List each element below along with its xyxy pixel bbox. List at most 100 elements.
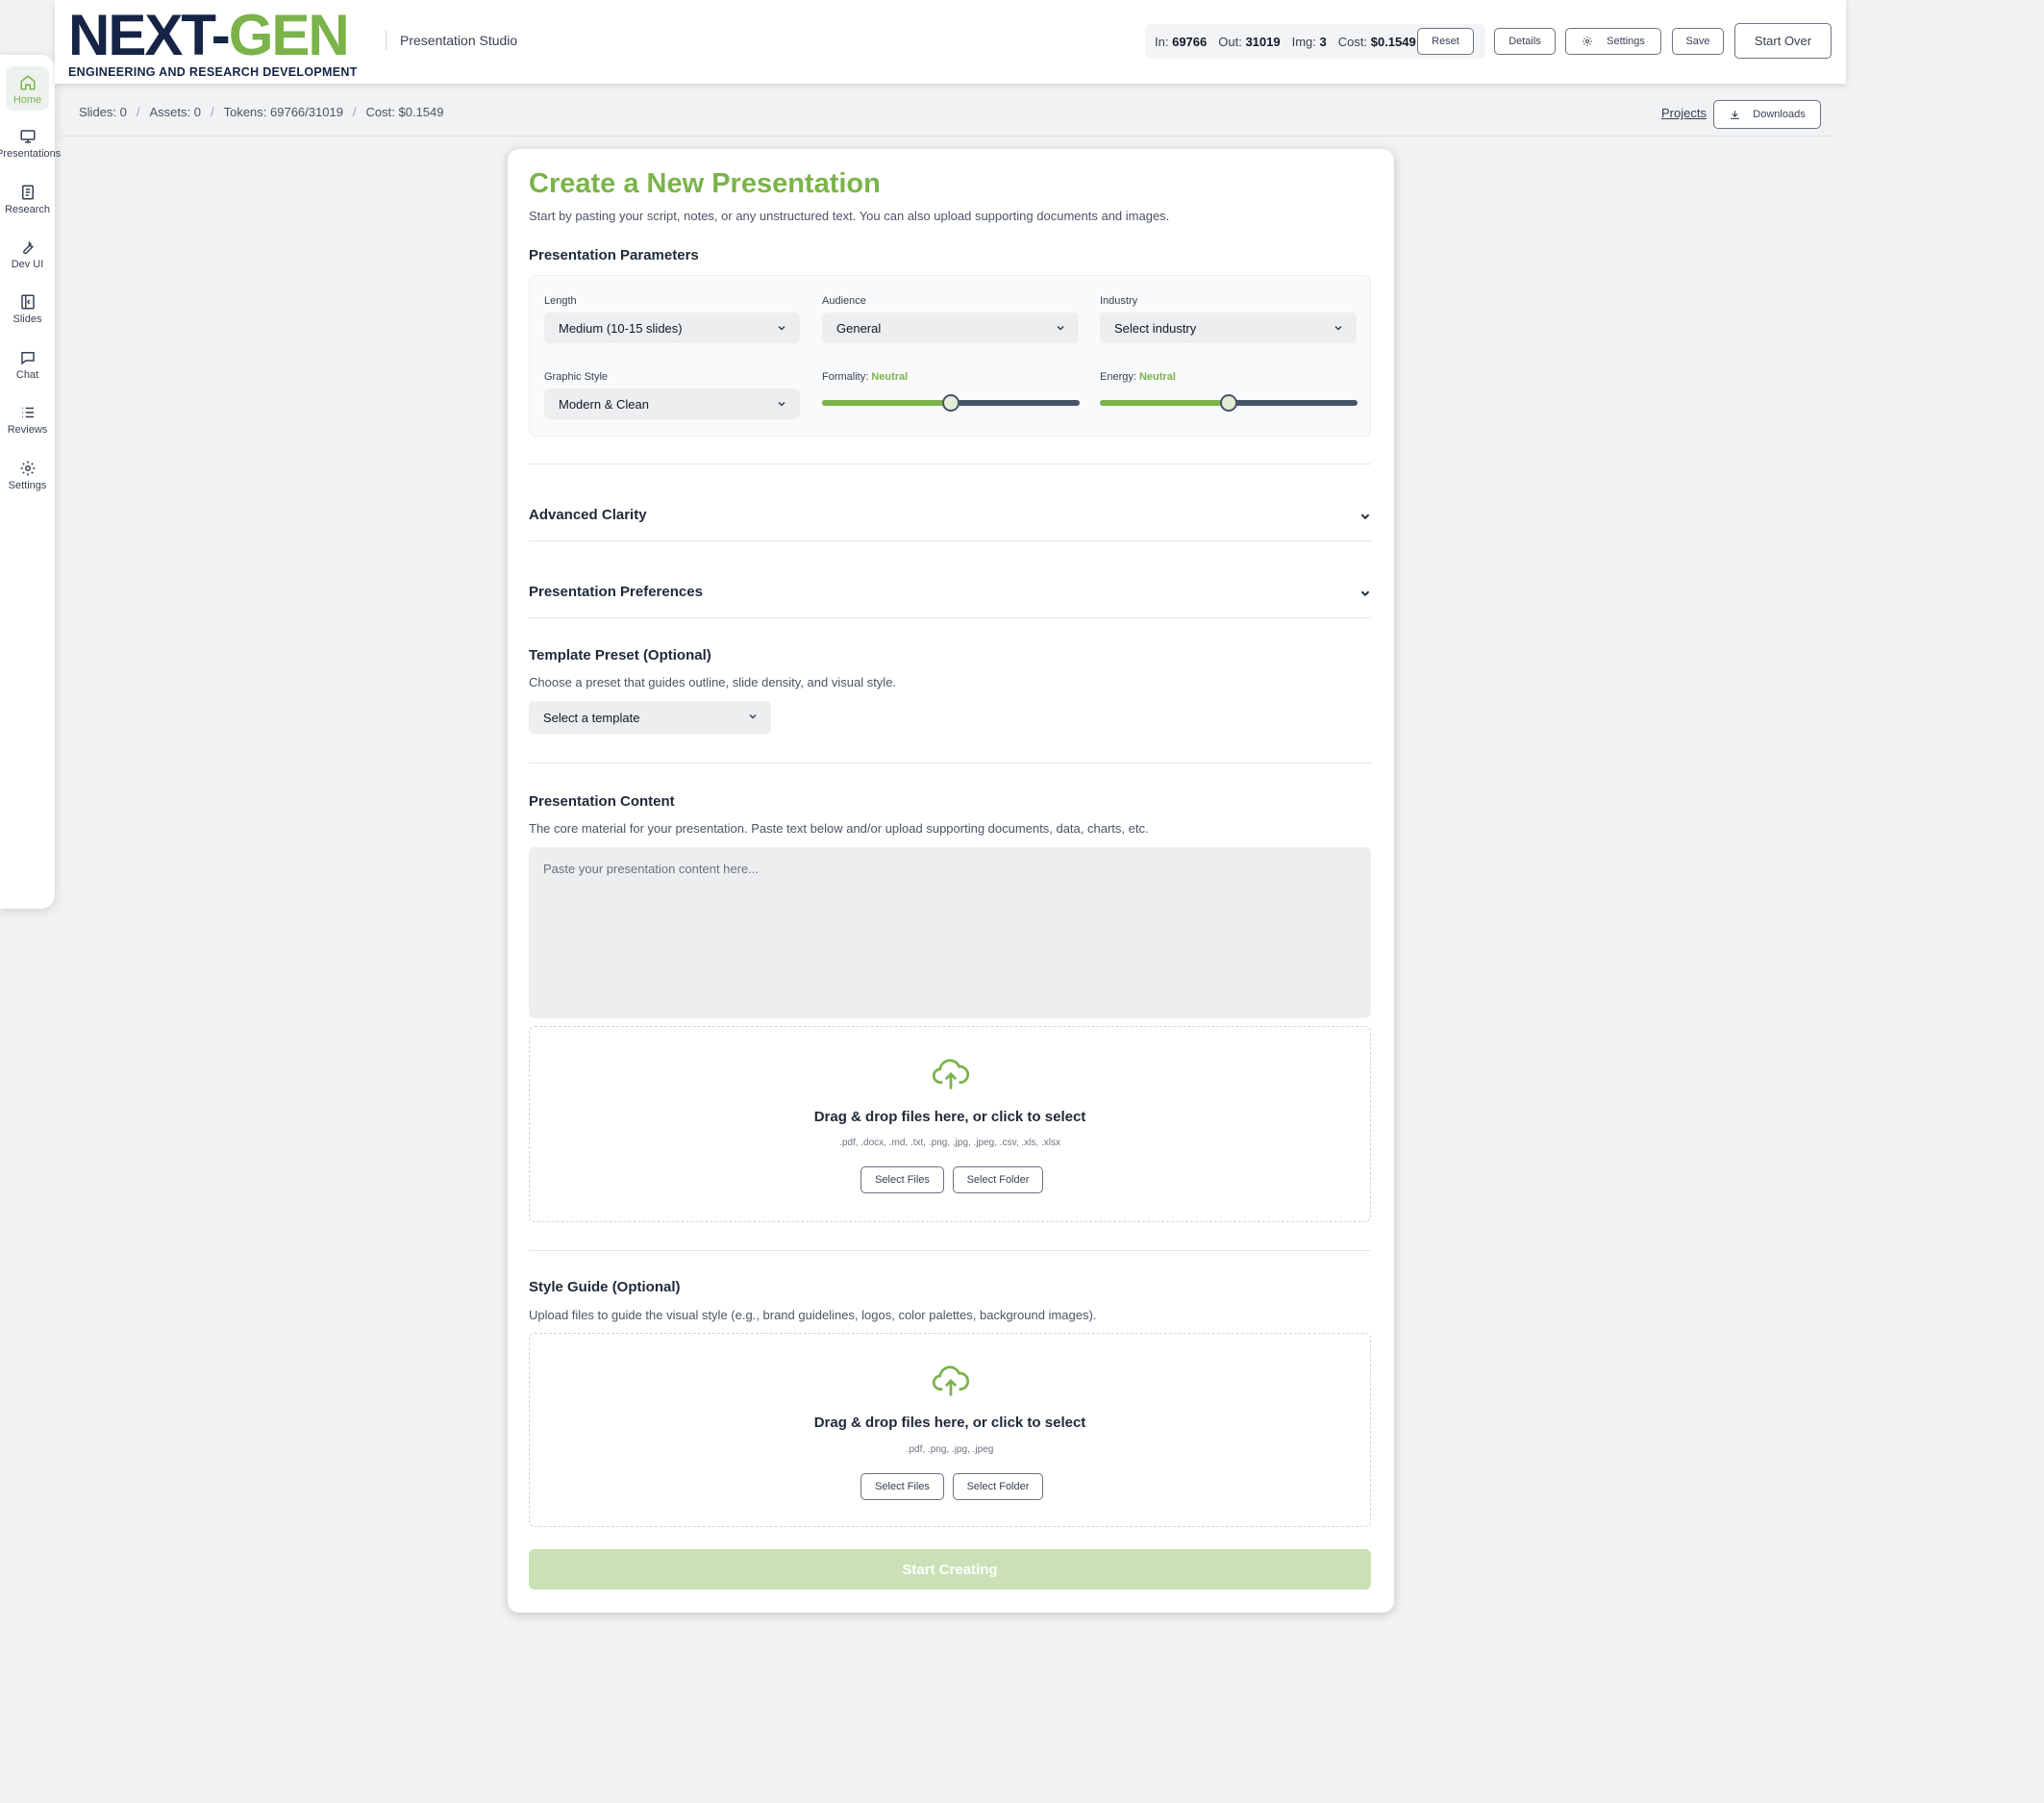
accepted-file-types: .pdf, .png, .jpg, .jpeg bbox=[906, 1444, 994, 1455]
sidebar-item-label: Settings bbox=[8, 480, 47, 491]
divider bbox=[529, 763, 1371, 764]
audience-label: Audience bbox=[822, 295, 866, 307]
separator: / bbox=[210, 105, 214, 119]
template-heading: Template Preset (Optional) bbox=[529, 647, 711, 664]
input-tokens: In: 69766 bbox=[1155, 34, 1208, 49]
tokens-count: Tokens: 69766/31019 bbox=[223, 105, 343, 119]
list-icon bbox=[21, 407, 34, 418]
style-guide-dropzone[interactable]: Drag & drop files here, or click to sele… bbox=[529, 1333, 1371, 1527]
sidebar-item-label: Dev UI bbox=[11, 259, 44, 270]
sidebar-item-label: Chat bbox=[15, 369, 39, 381]
content-dropzone[interactable]: Drag & drop files here, or click to sele… bbox=[529, 1026, 1371, 1222]
slider-fill bbox=[822, 400, 951, 406]
graphic-style-select[interactable]: Modern & Clean bbox=[544, 388, 800, 419]
parameters-heading: Presentation Parameters bbox=[529, 247, 699, 263]
sidebar-item-dev-ui[interactable]: Dev UI bbox=[0, 238, 55, 270]
audience-select[interactable]: General bbox=[822, 313, 1079, 343]
slider-thumb[interactable] bbox=[1220, 394, 1237, 412]
start-creating-button[interactable]: Start Creating bbox=[529, 1549, 1371, 1590]
assets-count: Assets: 0 bbox=[149, 105, 201, 119]
style-guide-heading: Style Guide (Optional) bbox=[529, 1279, 681, 1295]
top-header: NEXT-GEN ENGINEERING AND RESEARCH DEVELO… bbox=[55, 0, 1846, 84]
length-label: Length bbox=[544, 295, 577, 307]
sidebar-item-research[interactable]: Research bbox=[0, 184, 55, 215]
gear-icon bbox=[1583, 37, 1593, 46]
save-button[interactable]: Save bbox=[1672, 28, 1724, 55]
presentation-preferences-heading: Presentation Preferences bbox=[529, 584, 703, 600]
logo-text-dark: NEXT- bbox=[68, 3, 231, 67]
create-presentation-card: Create a New Presentation Start by pasti… bbox=[508, 149, 1394, 1613]
graphic-style-value: Modern & Clean bbox=[559, 396, 649, 412]
downloads-button[interactable]: Downloads bbox=[1713, 100, 1821, 129]
sidebar-item-label: Slides bbox=[12, 313, 42, 325]
sidebar-item-home[interactable]: Home bbox=[0, 66, 55, 111]
app-subtitle: Presentation Studio bbox=[386, 31, 517, 50]
sidebar-item-chat[interactable]: Chat bbox=[0, 349, 55, 381]
content-description: The core material for your presentation.… bbox=[529, 821, 1149, 836]
template-select[interactable]: Select a template bbox=[529, 701, 771, 734]
graphic-style-label: Graphic Style bbox=[544, 371, 609, 383]
chevron-down-icon bbox=[1057, 325, 1064, 331]
slides-icon bbox=[20, 294, 35, 310]
logo-text-green: GEN bbox=[228, 3, 350, 67]
page-title: Create a New Presentation bbox=[529, 168, 881, 199]
start-over-button[interactable]: Start Over bbox=[1734, 23, 1832, 59]
chevron-down-icon bbox=[1360, 513, 1370, 520]
upload-cloud-icon bbox=[932, 1059, 970, 1089]
formality-label: Formality: Neutral bbox=[822, 371, 909, 383]
divider bbox=[529, 540, 1371, 541]
template-value: Select a template bbox=[543, 710, 640, 725]
page-subtitle: Start by pasting your script, notes, or … bbox=[529, 209, 1170, 223]
projects-link[interactable]: Projects bbox=[1661, 106, 1707, 120]
sidebar-item-presentations[interactable]: Presentations bbox=[0, 128, 61, 160]
presentation-preferences-accordion[interactable]: Presentation Preferences bbox=[529, 584, 1371, 605]
formality-slider[interactable] bbox=[822, 394, 1080, 412]
dropzone-title: Drag & drop files here, or click to sele… bbox=[813, 1415, 1086, 1431]
advanced-clarity-accordion[interactable]: Advanced Clarity bbox=[529, 507, 1371, 528]
energy-value: Neutral bbox=[1138, 371, 1176, 383]
divider bbox=[55, 136, 1832, 137]
select-files-button[interactable]: Select Files bbox=[860, 1473, 944, 1500]
energy-label: Energy: Neutral bbox=[1100, 371, 1176, 383]
upload-cloud-icon bbox=[932, 1365, 970, 1396]
sidebar-item-label: Research bbox=[4, 204, 51, 215]
divider bbox=[529, 1250, 1371, 1251]
chevron-down-icon bbox=[778, 401, 785, 407]
output-tokens: Out: 31019 bbox=[1218, 34, 1281, 49]
cost-total: Cost: $0.1549 bbox=[1337, 34, 1416, 49]
industry-select[interactable]: Select industry bbox=[1100, 313, 1357, 343]
sidebar-item-settings[interactable]: Settings bbox=[0, 460, 55, 491]
sidebar-item-label: Reviews bbox=[7, 424, 48, 436]
company-logo: NEXT-GEN ENGINEERING AND RESEARCH DEVELO… bbox=[68, 7, 366, 80]
energy-slider[interactable] bbox=[1100, 394, 1358, 412]
industry-value: Select industry bbox=[1114, 320, 1197, 336]
settings-button[interactable]: Settings bbox=[1565, 28, 1661, 55]
advanced-clarity-heading: Advanced Clarity bbox=[529, 507, 647, 523]
gear-icon bbox=[20, 461, 35, 476]
logo-subtitle: ENGINEERING AND RESEARCH DEVELOPMENT bbox=[68, 65, 358, 79]
divider bbox=[529, 463, 1371, 464]
select-folder-button[interactable]: Select Folder bbox=[953, 1166, 1043, 1193]
select-files-button[interactable]: Select Files bbox=[860, 1166, 944, 1193]
sidebar-item-slides[interactable]: Slides bbox=[0, 293, 55, 325]
select-folder-button[interactable]: Select Folder bbox=[953, 1473, 1043, 1500]
content-textarea[interactable]: Paste your presentation content here... bbox=[529, 847, 1371, 1018]
chevron-down-icon bbox=[1334, 325, 1342, 331]
reset-button[interactable]: Reset bbox=[1417, 28, 1474, 55]
length-select[interactable]: Medium (10-15 slides) bbox=[544, 313, 800, 343]
sidebar-item-reviews[interactable]: Reviews bbox=[0, 404, 55, 436]
sidebar-item-label: Home bbox=[12, 94, 42, 106]
details-button[interactable]: Details bbox=[1494, 28, 1556, 55]
accepted-file-types: .pdf, .docx, .md, .txt, .png, .jpg, .jpe… bbox=[839, 1138, 1060, 1148]
industry-label: Industry bbox=[1100, 295, 1138, 307]
formality-value: Neutral bbox=[871, 371, 909, 383]
downloads-button-label: Downloads bbox=[1753, 109, 1806, 120]
audience-value: General bbox=[836, 320, 882, 336]
document-icon bbox=[21, 185, 34, 200]
style-guide-description: Upload files to guide the visual style (… bbox=[529, 1308, 1097, 1322]
project-stats-bar: Slides: 0 / Assets: 0 / Tokens: 69766/31… bbox=[79, 105, 444, 119]
content-heading: Presentation Content bbox=[529, 793, 675, 810]
slider-thumb[interactable] bbox=[942, 394, 960, 412]
template-description: Choose a preset that guides outline, sli… bbox=[529, 675, 897, 689]
chevron-down-icon bbox=[778, 325, 785, 331]
